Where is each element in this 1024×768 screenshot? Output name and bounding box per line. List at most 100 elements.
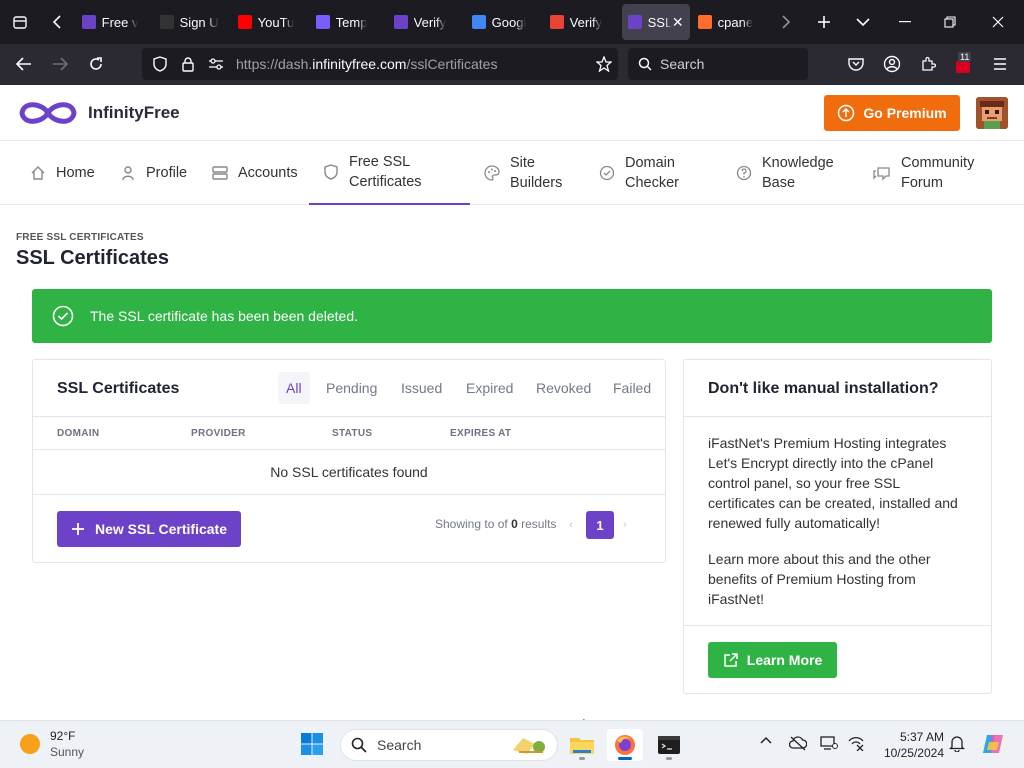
scroll-tabs-right-icon[interactable] <box>769 0 804 44</box>
browser-search-placeholder: Search <box>660 56 705 72</box>
column-status[interactable]: STATUS <box>332 428 372 439</box>
pagination-page-1[interactable]: 1 <box>586 511 614 539</box>
browser-tab[interactable]: YouTu <box>232 4 308 40</box>
new-tab-button[interactable] <box>804 0 843 44</box>
new-ssl-certificate-button[interactable]: New SSL Certificate <box>57 511 241 547</box>
user-avatar[interactable] <box>976 97 1008 129</box>
taskbar-search[interactable]: Search <box>340 729 558 761</box>
filter-pending[interactable]: Pending <box>318 372 385 404</box>
filter-failed[interactable]: Failed <box>605 372 659 404</box>
terminal-icon[interactable] <box>651 729 687 761</box>
show-hidden-icons[interactable] <box>759 735 773 745</box>
account-icon[interactable] <box>875 48 909 80</box>
filter-all[interactable]: All <box>278 372 310 404</box>
learn-more-label: Learn More <box>746 652 823 668</box>
nav-accounts[interactable]: Accounts <box>212 141 298 205</box>
go-premium-button[interactable]: Go Premium <box>824 95 960 131</box>
new-ssl-certificate-label: New SSL Certificate <box>94 521 227 537</box>
windows-start-icon[interactable] <box>300 732 324 761</box>
nav-knowledge-base-label: Knowledge Base <box>762 155 834 191</box>
addon-badge-count: 11 <box>958 52 972 62</box>
column-expires-at[interactable]: EXPIRES AT <box>450 428 511 439</box>
nav-domain-checker-label: Domain Checker <box>625 155 679 191</box>
taskbar-search-placeholder: Search <box>377 737 422 753</box>
list-all-tabs-icon[interactable] <box>843 0 882 44</box>
browser-tab[interactable]: Verify <box>388 4 464 40</box>
browser-tab[interactable]: SSL ✕ <box>621 4 690 40</box>
nav-knowledge-base[interactable]: Knowledge Base <box>736 141 842 205</box>
address-bar[interactable]: https://dash.infinityfree.com/sslCertifi… <box>142 48 618 80</box>
page-pretitle: FREE SSL CERTIFICATES <box>16 232 144 243</box>
learn-more-button[interactable]: Learn More <box>708 642 837 678</box>
addon-badge-icon[interactable]: 11 <box>947 48 981 80</box>
nav-home-label: Home <box>56 165 95 181</box>
reload-button[interactable] <box>78 48 114 80</box>
browser-toolbar: https://dash.infinityfree.com/sslCertifi… <box>0 44 1024 85</box>
premium-info-card: Don't like manual installation? iFastNet… <box>683 359 992 694</box>
page-title: SSL Certificates <box>16 247 170 269</box>
tab-favicon-icon <box>315 15 330 29</box>
back-button[interactable] <box>6 48 42 80</box>
pagination-prev[interactable]: ‹ <box>569 519 573 531</box>
filter-revoked[interactable]: Revoked <box>528 372 599 404</box>
web-page: InfinityFree Go Premium Home Profile Acc… <box>0 85 1024 720</box>
pocket-icon[interactable] <box>839 48 873 80</box>
scroll-tabs-left-icon[interactable] <box>39 0 74 44</box>
messages-icon <box>873 165 891 181</box>
firefox-icon[interactable] <box>607 729 643 761</box>
weather-widget[interactable]: 92°F Sunny <box>20 728 84 760</box>
extensions-icon[interactable] <box>911 48 945 80</box>
network-icon[interactable] <box>847 735 865 751</box>
success-alert: The SSL certificate has been been delete… <box>32 289 992 343</box>
nav-free-ssl-certificates[interactable]: Free SSL Certificates <box>309 141 470 205</box>
column-domain[interactable]: DOMAIN <box>57 428 99 439</box>
nav-community-forum[interactable]: Community Forum <box>873 141 981 205</box>
nav-ssl-label: Free SSL Certificates <box>349 154 422 190</box>
ssl-card-title: SSL Certificates <box>57 380 180 397</box>
premium-info-body: iFastNet's Premium Hosting integrates Le… <box>684 417 991 626</box>
restore-button[interactable] <box>928 0 973 44</box>
browser-tab[interactable]: Temp <box>310 4 386 40</box>
close-tab-icon[interactable]: ✕ <box>672 14 684 31</box>
browser-tab[interactable]: cpane <box>692 4 768 40</box>
copilot-icon[interactable] <box>981 732 1005 756</box>
notifications-bell-icon[interactable] <box>949 735 965 752</box>
search-icon <box>351 737 367 753</box>
nav-profile[interactable]: Profile <box>120 141 187 205</box>
browser-tab-label: YouTu <box>257 14 295 30</box>
app-menu-icon[interactable] <box>983 48 1017 80</box>
cloud-sync-icon[interactable] <box>789 735 807 751</box>
nav-home[interactable]: Home <box>30 141 95 205</box>
close-window-button[interactable] <box>973 0 1024 44</box>
tab-manager-icon[interactable] <box>0 0 39 44</box>
permissions-icon[interactable] <box>202 58 230 70</box>
alert-message: The SSL certificate has been been delete… <box>90 308 358 324</box>
tab-favicon-icon <box>393 15 408 29</box>
shield-icon[interactable] <box>146 56 174 72</box>
browser-search-input[interactable]: Search <box>628 48 808 80</box>
pagination-next[interactable]: › <box>623 519 627 531</box>
browser-tab[interactable]: Sign U <box>154 4 230 40</box>
bookmark-star-icon[interactable] <box>595 55 613 75</box>
site-logo[interactable]: InfinityFree <box>16 97 180 129</box>
display-icon[interactable] <box>820 735 838 751</box>
site-header: InfinityFree Go Premium <box>0 85 1024 141</box>
nav-domain-checker[interactable]: Domain Checker <box>599 141 695 205</box>
lock-icon[interactable] <box>174 56 202 72</box>
ssl-certificates-card: SSL Certificates All Pending Issued Expi… <box>32 359 666 563</box>
minimize-button[interactable] <box>883 0 928 44</box>
browser-tab[interactable]: Free v <box>76 4 152 40</box>
logo-text: InfinityFree <box>88 103 180 122</box>
file-explorer-icon[interactable] <box>564 729 600 761</box>
nav-site-builders[interactable]: Site Builders <box>484 141 570 205</box>
arrow-up-circle-icon <box>838 104 855 122</box>
browser-tab[interactable]: Verify <box>544 4 620 40</box>
forward-button[interactable] <box>42 48 78 80</box>
browser-tab-label: Free v <box>101 14 139 30</box>
check-circle-icon <box>599 165 615 181</box>
system-clock[interactable]: 5:37 AM 10/25/2024 <box>872 729 944 761</box>
filter-issued[interactable]: Issued <box>393 372 450 404</box>
column-provider[interactable]: PROVIDER <box>191 428 246 439</box>
filter-expired[interactable]: Expired <box>458 372 521 404</box>
browser-tab[interactable]: Googl <box>466 4 542 40</box>
